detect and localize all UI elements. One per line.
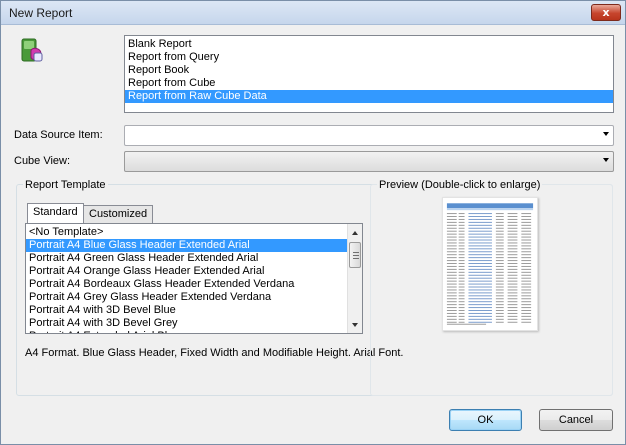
tab-standard[interactable]: Standard <box>27 203 84 224</box>
chevron-down-icon <box>603 132 609 136</box>
report-type-item[interactable]: Report from Query <box>125 51 613 64</box>
template-list-item[interactable]: Portrait A4 with 3D Bevel Blue <box>26 304 347 317</box>
template-list-frame: <No Template> Portrait A4 Blue Glass Head… <box>25 223 363 334</box>
report-icon <box>21 38 43 62</box>
template-description: A4 Format. Blue Glass Header, Fixed Widt… <box>25 347 404 359</box>
report-type-item[interactable]: Report from Raw Cube Data <box>125 90 613 103</box>
data-source-label: Data Source Item: <box>14 129 103 141</box>
report-template-title: Report Template <box>23 179 108 191</box>
scrollbar-thumb[interactable] <box>349 242 361 268</box>
ok-button[interactable]: OK <box>449 409 522 431</box>
report-type-item[interactable]: Report Book <box>125 64 613 77</box>
tab-customized[interactable]: Customized <box>83 205 154 224</box>
report-type-item[interactable]: Report from Cube <box>125 77 613 90</box>
window-title: New Report <box>9 6 73 20</box>
template-list-item[interactable]: Portrait A4 with 3D Bevel Grey <box>26 317 347 330</box>
report-type-list[interactable]: Blank Report Report from Query Report Book… <box>124 35 614 113</box>
scroll-down-arrow-icon[interactable] <box>348 318 362 332</box>
cancel-button[interactable]: Cancel <box>539 409 613 431</box>
template-preview-thumbnail[interactable] <box>442 197 538 331</box>
template-list-item[interactable]: Portrait A4 Grey Glass Header Extended V… <box>26 291 347 304</box>
template-list-item[interactable]: Portrait A4 Blue Glass Header Extended A… <box>26 239 347 252</box>
title-bar[interactable]: New Report x <box>1 1 625 25</box>
cube-view-combo[interactable] <box>124 151 614 172</box>
preview-label: Preview (Double-click to enlarge) <box>377 179 543 191</box>
chevron-down-icon <box>603 158 609 162</box>
cube-view-label: Cube View: <box>14 155 71 167</box>
new-report-dialog: New Report x Blank Report Report from Que… <box>0 0 626 445</box>
report-type-item[interactable]: Blank Report <box>125 38 613 51</box>
template-scrollbar[interactable] <box>347 224 362 333</box>
template-list-item[interactable]: <No Template> <box>26 226 347 239</box>
close-button[interactable]: x <box>591 4 621 21</box>
template-list-item[interactable]: Portrait A4 Bordeaux Glass Header Extend… <box>26 278 347 291</box>
template-list[interactable]: <No Template> Portrait A4 Blue Glass Head… <box>26 226 347 333</box>
data-source-combo[interactable] <box>124 125 614 146</box>
scroll-up-arrow-icon[interactable] <box>348 226 362 240</box>
template-list-item[interactable]: Portrait A4 Extended Arial Blue <box>26 330 347 333</box>
template-list-item[interactable]: Portrait A4 Orange Glass Header Extended… <box>26 265 347 278</box>
template-list-item[interactable]: Portrait A4 Green Glass Header Extended … <box>26 252 347 265</box>
